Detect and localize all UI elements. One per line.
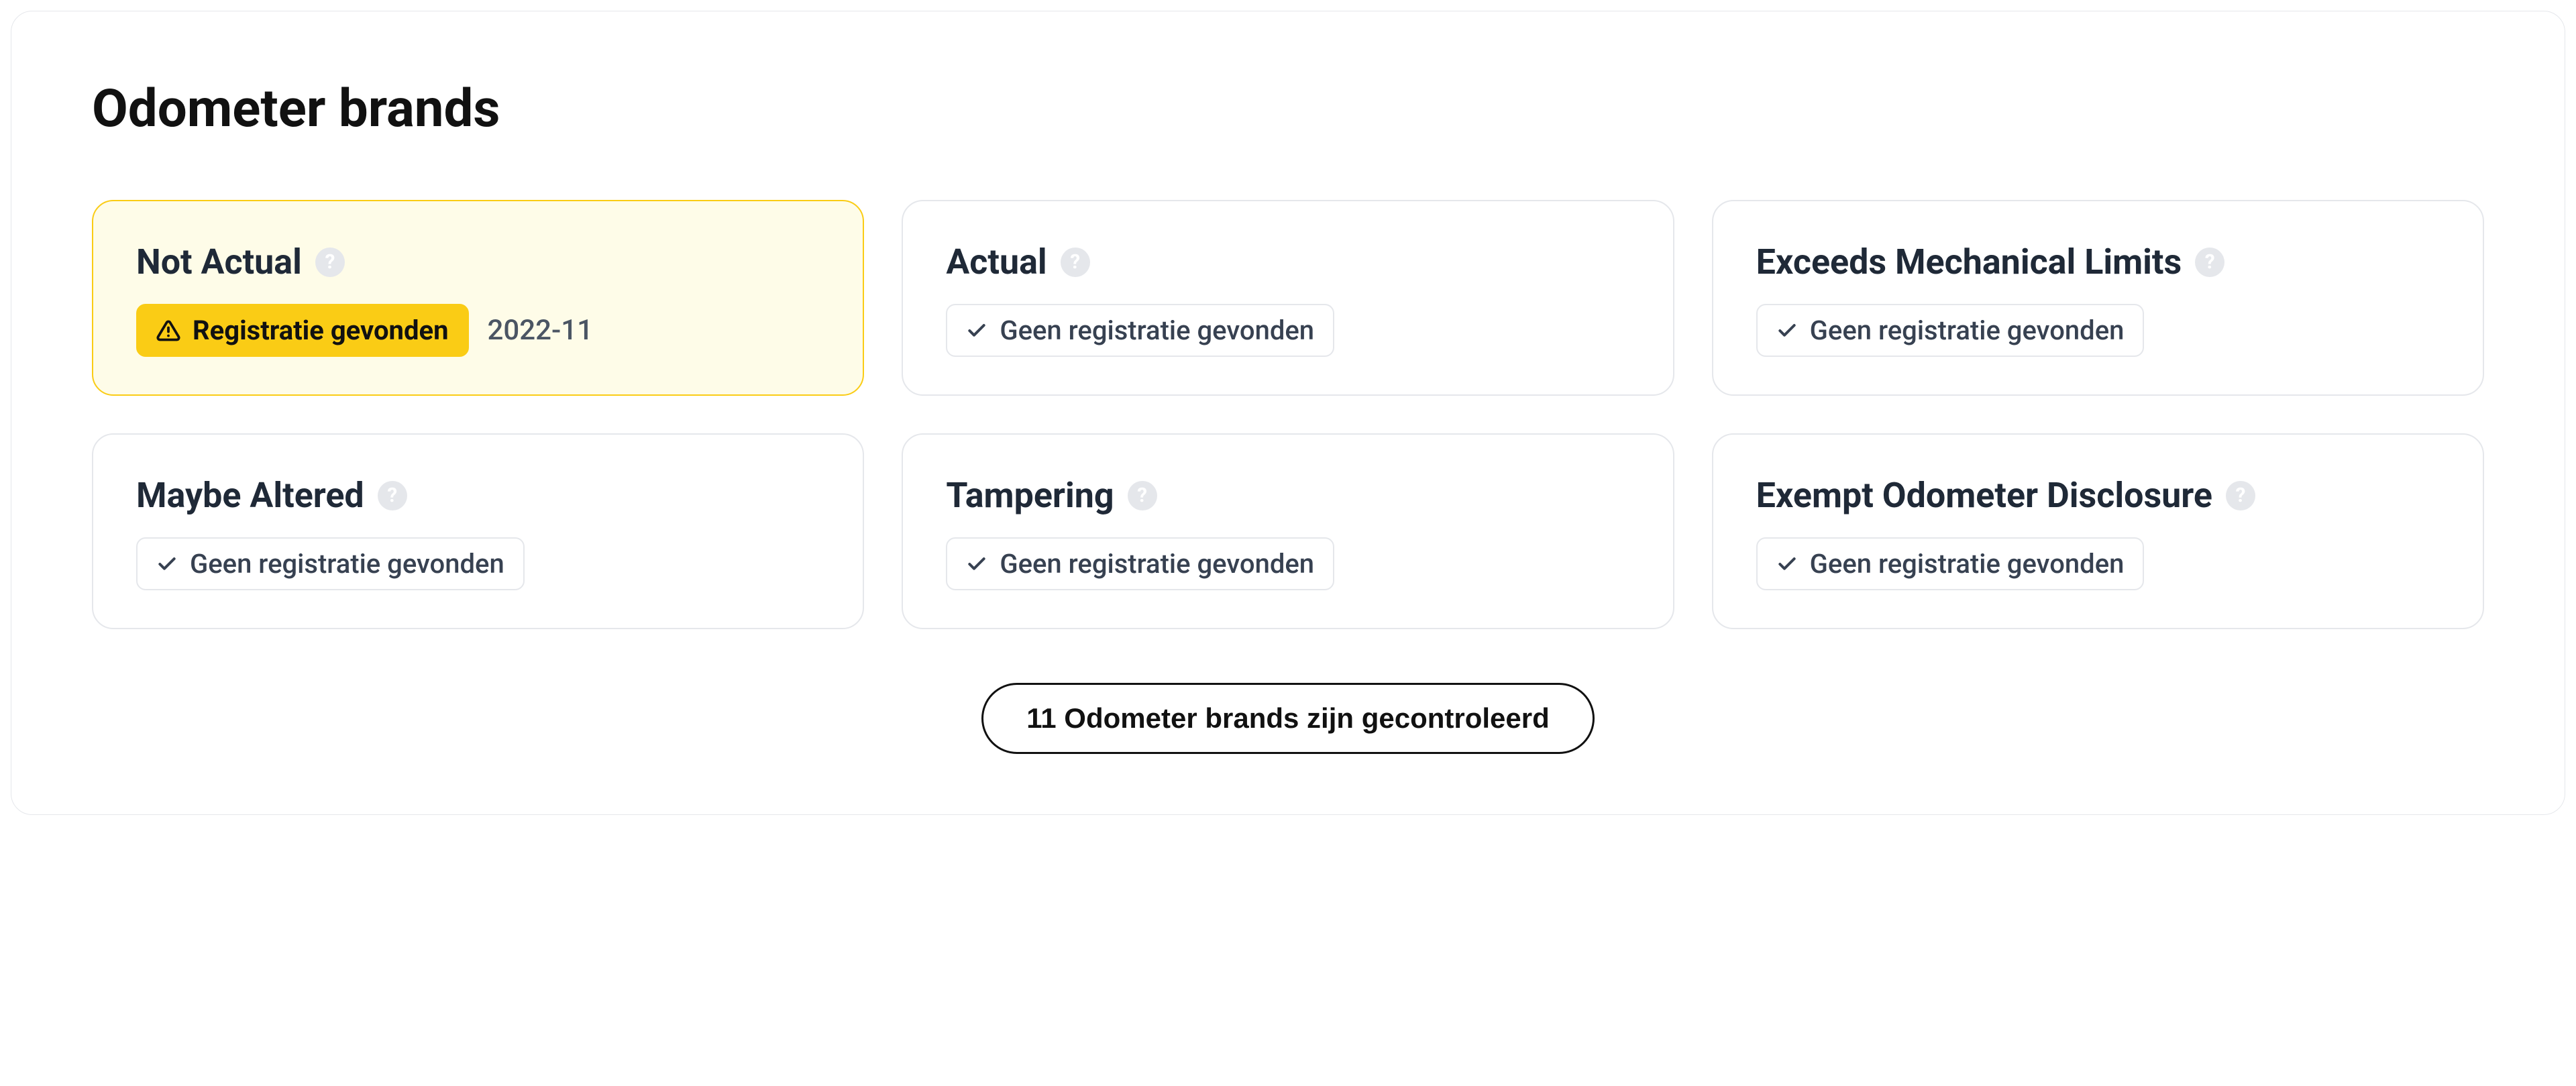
check-icon [966,553,987,575]
brand-card-exceeds-limits: Exceeds Mechanical Limits ? Geen registr… [1712,200,2484,396]
brand-card-tampering: Tampering ? Geen registratie gevonden [902,433,1674,629]
brand-card-header: Exempt Odometer Disclosure ? [1756,475,2440,516]
brand-card-header: Exceeds Mechanical Limits ? [1756,241,2440,282]
brand-card-exempt-disclosure: Exempt Odometer Disclosure ? Geen regist… [1712,433,2484,629]
summary-pill[interactable]: 11 Odometer brands zijn gecontroleerd [981,683,1595,754]
brand-card-title: Exempt Odometer Disclosure [1756,475,2212,516]
brand-card-not-actual: Not Actual ? Registratie gevonden 2022-1… [92,200,864,396]
brands-grid: Not Actual ? Registratie gevonden 2022-1… [92,200,2484,629]
brand-card-title: Maybe Altered [136,475,364,516]
brand-card-header: Tampering ? [946,475,1629,516]
check-icon [1776,553,1798,575]
check-icon [156,553,178,575]
brand-card-header: Actual ? [946,241,1629,282]
section-title: Odometer brands [92,78,2484,140]
no-registration-badge: Geen registratie gevonden [1756,304,2145,357]
check-icon [1776,320,1798,341]
brand-card-actual: Actual ? Geen registratie gevonden [902,200,1674,396]
help-icon[interactable]: ? [2195,248,2224,277]
registration-date: 2022-11 [488,314,594,347]
no-registration-badge: Geen registratie gevonden [946,537,1334,590]
help-icon[interactable]: ? [315,248,345,277]
brand-card-header: Not Actual ? [136,241,820,282]
brand-status-row: Geen registratie gevonden [1756,537,2440,590]
alert-triangle-icon [156,319,180,343]
brand-status-row: Geen registratie gevonden [946,304,1629,357]
brand-card-title: Exceeds Mechanical Limits [1756,241,2182,282]
help-icon[interactable]: ? [378,481,407,510]
no-registration-badge: Geen registratie gevonden [1756,537,2145,590]
status-label: Geen registratie gevonden [1810,548,2125,580]
status-label: Registratie gevonden [193,315,449,346]
help-icon[interactable]: ? [1128,481,1157,510]
no-registration-badge: Geen registratie gevonden [946,304,1334,357]
footer-row: 11 Odometer brands zijn gecontroleerd [92,683,2484,754]
brand-card-maybe-altered: Maybe Altered ? Geen registratie gevonde… [92,433,864,629]
brand-status-row: Geen registratie gevonden [1756,304,2440,357]
brand-card-title: Actual [946,241,1046,282]
brand-card-title: Not Actual [136,241,302,282]
brand-card-title: Tampering [946,475,1114,516]
check-icon [966,320,987,341]
status-label: Geen registratie gevonden [190,548,504,580]
no-registration-badge: Geen registratie gevonden [136,537,525,590]
help-icon[interactable]: ? [2226,481,2255,510]
status-label: Geen registratie gevonden [1000,315,1314,346]
registration-found-badge: Registratie gevonden [136,304,469,357]
status-label: Geen registratie gevonden [1000,548,1314,580]
brand-status-row: Registratie gevonden 2022-11 [136,304,820,357]
brand-status-row: Geen registratie gevonden [136,537,820,590]
status-label: Geen registratie gevonden [1810,315,2125,346]
brand-status-row: Geen registratie gevonden [946,537,1629,590]
odometer-brands-section: Odometer brands Not Actual ? Registr [11,11,2565,815]
help-icon[interactable]: ? [1061,248,1090,277]
brand-card-header: Maybe Altered ? [136,475,820,516]
